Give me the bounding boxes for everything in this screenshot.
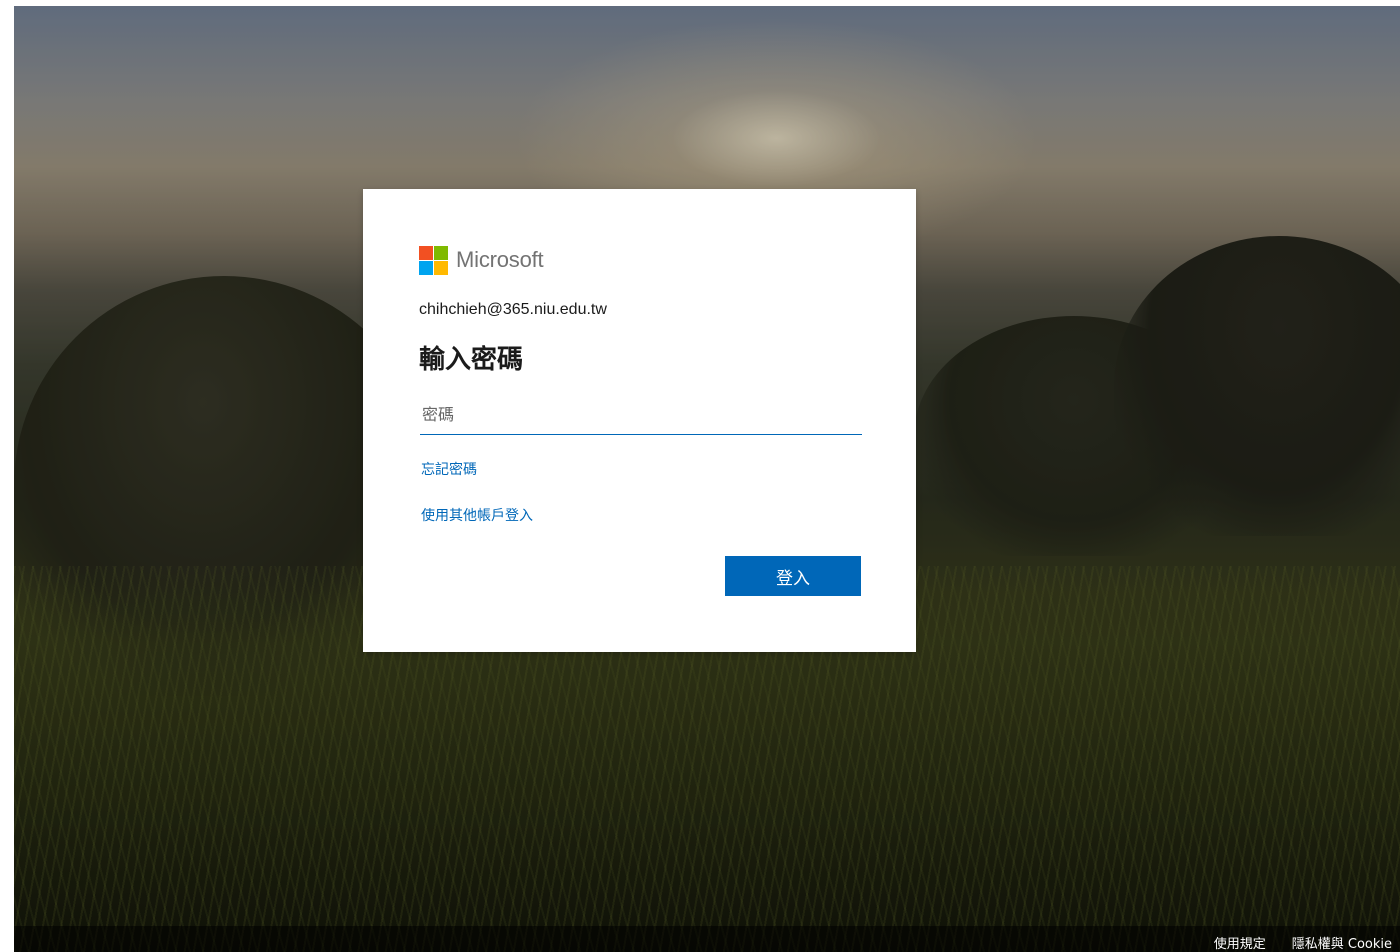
logo-square-yellow <box>434 260 448 275</box>
microsoft-logo: Microsoft <box>419 245 544 275</box>
footer-links: 使用規定 隱私權與 Cookie <box>1214 933 1392 952</box>
microsoft-wordmark: Microsoft <box>456 247 544 272</box>
account-email: chihchieh@365.niu.edu.tw <box>419 301 607 318</box>
sign-in-button[interactable]: 登入 <box>725 556 861 596</box>
password-input[interactable] <box>420 394 862 435</box>
footer-bar: 使用規定 隱私權與 Cookie <box>14 926 1400 952</box>
page-title: 輸入密碼 <box>419 345 524 375</box>
microsoft-logo-icon <box>419 245 448 275</box>
privacy-cookies-link[interactable]: 隱私權與 Cookie <box>1292 933 1392 952</box>
logo-square-green <box>434 245 448 260</box>
logo-square-blue <box>419 260 433 275</box>
sign-in-card: Microsoft chihchieh@365.niu.edu.tw 輸入密碼 … <box>363 189 916 652</box>
sign-in-other-account-link[interactable]: 使用其他帳戶登入 <box>421 505 533 525</box>
forgot-password-link[interactable]: 忘記密碼 <box>421 459 477 479</box>
left-edge <box>0 0 14 952</box>
terms-of-use-link[interactable]: 使用規定 <box>1214 933 1266 952</box>
logo-square-red <box>419 245 433 260</box>
